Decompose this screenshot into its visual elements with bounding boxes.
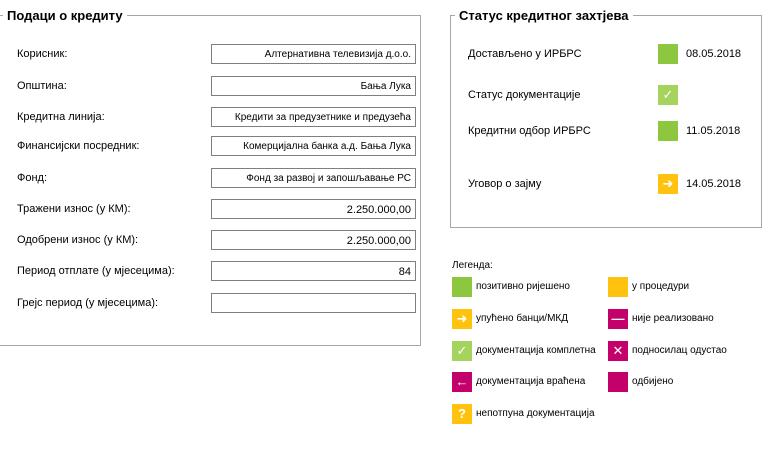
credit-line-field[interactable]: Кредити за предузетнике и предузећа: [211, 107, 416, 127]
legend-label: документација комплетна: [476, 345, 596, 356]
field-credit-line: Кредитна линија: Кредити за предузетнике…: [10, 107, 416, 127]
legend-title: Легенда:: [452, 260, 493, 271]
checkmark-icon: ✓: [658, 85, 678, 105]
green-square-icon: [452, 277, 472, 297]
x-icon: ✕: [608, 341, 628, 361]
legend-label: позитивно ријешено: [476, 281, 570, 292]
field-grace-period: Грејс период (у мјесецима):: [10, 293, 416, 313]
green-square-icon: [658, 121, 678, 141]
status-label: Достављено у ИРБРС: [468, 48, 582, 60]
legend-label: непотпуна документација: [476, 408, 595, 419]
field-label: Општина:: [17, 80, 67, 92]
status-date: 08.05.2018: [686, 48, 742, 60]
legend-label: подносилац одустао: [632, 345, 727, 356]
field-label: Тражени износ (у КМ):: [17, 203, 131, 215]
status-panel-title: Статус кредитног захтјева: [459, 8, 629, 23]
legend-label: упућено банци/МКД: [476, 313, 569, 324]
status-row-credit-committee: Кредитни одбор ИРБРС 11.05.2018: [468, 121, 758, 143]
status-row-loan-agreement: Уговор о зајму ➜ 14.05.2018: [468, 174, 758, 196]
status-row-documentation: Статус документације ✓: [468, 85, 758, 107]
status-label: Кредитни одбор ИРБРС: [468, 125, 591, 137]
field-fund: Фонд: Фонд за развој и запошљавање РС: [10, 168, 416, 188]
yellow-square-icon: [608, 277, 628, 297]
field-repayment-period: Период отплате (у мјесецима): 84: [10, 261, 416, 281]
status-label: Статус документације: [468, 89, 581, 101]
requested-amount-field[interactable]: 2.250.000,00: [211, 199, 416, 219]
arrow-left-icon: ←: [452, 372, 472, 392]
field-label: Корисник:: [17, 48, 68, 60]
field-approved-amount: Одобрени износ (у КМ): 2.250.000,00: [10, 230, 416, 250]
field-financial-intermediary: Финансијски посредник: Комерцијална банк…: [10, 136, 416, 156]
repayment-period-field[interactable]: 84: [211, 261, 416, 281]
arrow-right-icon: ➜: [658, 174, 678, 194]
field-label: Грејс период (у мјесецима):: [17, 297, 159, 309]
field-label: Период отплате (у мјесецима):: [17, 265, 175, 277]
field-requested-amount: Тражени износ (у КМ): 2.250.000,00: [10, 199, 416, 219]
grace-period-field[interactable]: [211, 293, 416, 313]
field-label: Финансијски посредник:: [17, 140, 140, 152]
arrow-right-icon: ➜: [452, 309, 472, 329]
status-label: Уговор о зајму: [468, 178, 542, 190]
legend-label: није реализовано: [632, 313, 714, 324]
magenta-square-icon: [608, 372, 628, 392]
financial-intermediary-field[interactable]: Комерцијална банка а.д. Бања Лука: [211, 136, 416, 156]
loan-panel-title: Подаци о кредиту: [7, 8, 123, 23]
approved-amount-field[interactable]: 2.250.000,00: [211, 230, 416, 250]
municipality-field[interactable]: Бања Лука: [211, 76, 416, 96]
legend-label: у процедури: [632, 281, 690, 292]
field-beneficiary: Корисник: Алтернативна телевизија д.о.о.: [10, 44, 416, 64]
field-municipality: Општина: Бања Лука: [10, 76, 416, 96]
checkmark-icon: ✓: [452, 341, 472, 361]
green-square-icon: [658, 44, 678, 64]
beneficiary-field[interactable]: Алтернативна телевизија д.о.о.: [211, 44, 416, 64]
legend-label: одбијено: [632, 376, 674, 387]
fund-field[interactable]: Фонд за развој и запошљавање РС: [211, 168, 416, 188]
status-date: 11.05.2018: [686, 125, 741, 137]
minus-icon: —: [608, 309, 628, 329]
status-row-submitted: Достављено у ИРБРС 08.05.2018: [468, 44, 758, 66]
status-date: 14.05.2018: [686, 178, 742, 190]
field-label: Фонд:: [17, 172, 48, 184]
legend-label: документација враћена: [476, 376, 586, 387]
field-label: Одобрени износ (у КМ):: [17, 234, 139, 246]
question-icon: ?: [452, 404, 472, 424]
field-label: Кредитна линија:: [17, 111, 105, 123]
